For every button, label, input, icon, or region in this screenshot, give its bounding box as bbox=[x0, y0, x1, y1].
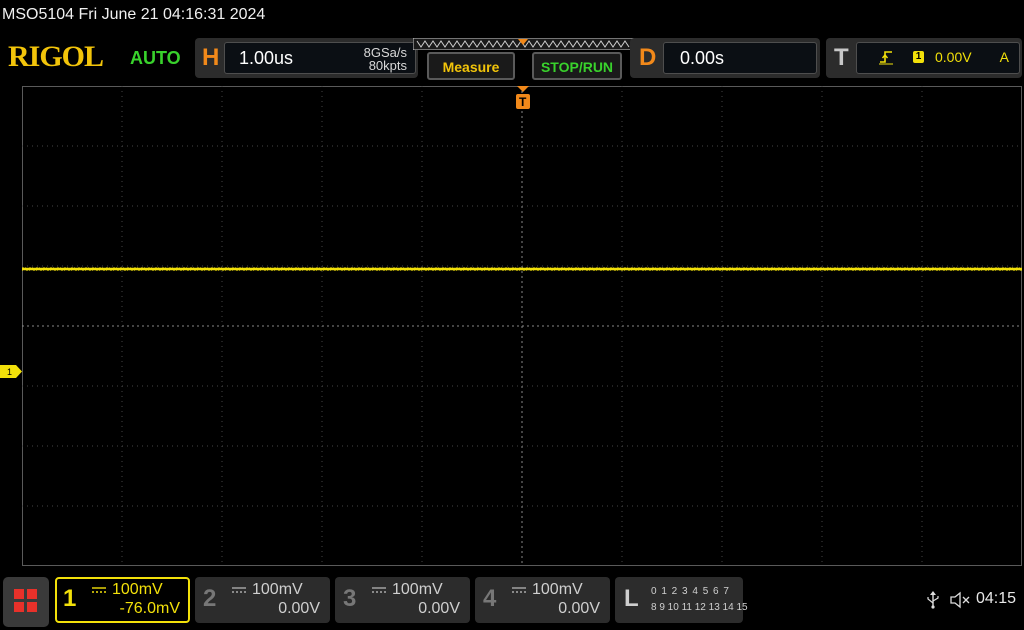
channel-2-panel[interactable]: 2 100mV 0.00V bbox=[195, 577, 330, 623]
channel-4-panel[interactable]: 4 100mV 0.00V bbox=[475, 577, 610, 623]
channel-1-panel[interactable]: 1 100mV -76.0mV bbox=[55, 577, 190, 623]
dc-coupling-icon bbox=[92, 587, 106, 593]
delay-readout[interactable]: 0.00s bbox=[663, 42, 817, 74]
trigger-panel[interactable]: T 1 0.00V A bbox=[826, 38, 1022, 78]
trigger-letter: T bbox=[834, 44, 849, 71]
channel-4-scale: 100mV bbox=[532, 581, 583, 598]
usb-icon bbox=[927, 591, 939, 609]
trigger-channel-badge: 1 bbox=[913, 51, 924, 63]
memory-depth: 80kpts bbox=[368, 58, 407, 73]
measure-button[interactable]: Measure bbox=[427, 52, 515, 80]
channel-2-number: 2 bbox=[203, 585, 217, 612]
channel-4-offset: 0.00V bbox=[558, 600, 600, 617]
ch1-marker-label: 1 bbox=[7, 367, 12, 377]
main-menu-button[interactable] bbox=[3, 577, 49, 627]
channel-1-offset: -76.0mV bbox=[119, 600, 180, 617]
ch1-offset-marker[interactable]: 1 bbox=[0, 365, 22, 378]
rigol-logo: RIGOL bbox=[8, 40, 104, 73]
delay-value: 0.00s bbox=[680, 48, 725, 68]
trigger-position-marker[interactable]: T bbox=[514, 86, 532, 110]
channel-4-number: 4 bbox=[483, 585, 497, 612]
clock: 04:15 bbox=[976, 590, 1017, 607]
logic-channels-8-15: 8 9 10 11 12 13 14 15 bbox=[651, 602, 748, 613]
logic-channels-0-7: 0 1 2 3 4 5 6 7 bbox=[651, 586, 730, 597]
acquisition-mode[interactable]: AUTO bbox=[130, 48, 181, 69]
channel-3-scale: 100mV bbox=[392, 581, 443, 598]
device-title: MSO5104 Fri June 21 04:16:31 2024 bbox=[2, 6, 266, 23]
rising-edge-icon bbox=[879, 51, 893, 65]
channel-3-number: 3 bbox=[343, 585, 357, 612]
trigger-level: 0.00V bbox=[935, 49, 972, 65]
stop-run-button[interactable]: STOP/RUN bbox=[532, 52, 622, 80]
channel-2-scale: 100mV bbox=[252, 581, 303, 598]
channel-1-scale: 100mV bbox=[112, 581, 163, 598]
title-bar: MSO5104 Fri June 21 04:16:31 2024 bbox=[0, 0, 1024, 32]
channel-3-panel[interactable]: 3 100mV 0.00V bbox=[335, 577, 470, 623]
menu-grid-icon bbox=[14, 589, 37, 612]
dc-coupling-icon bbox=[232, 587, 246, 593]
channel-1-number: 1 bbox=[63, 585, 77, 612]
channel-2-offset: 0.00V bbox=[278, 600, 320, 617]
delay-panel[interactable]: D 0.00s bbox=[630, 38, 820, 78]
timebase-scale: 1.00us bbox=[239, 48, 294, 68]
waveform-ch1 bbox=[22, 267, 1022, 272]
logic-analyzer-panel[interactable]: L 0 1 2 3 4 5 6 7 8 9 10 11 12 13 14 15 bbox=[615, 577, 748, 623]
dc-coupling-icon bbox=[512, 587, 526, 593]
delay-letter: D bbox=[639, 44, 657, 71]
horizontal-letter: H bbox=[202, 44, 220, 71]
logic-letter: L bbox=[624, 585, 639, 612]
dc-coupling-icon bbox=[372, 587, 386, 593]
trigger-readout[interactable]: 1 0.00V A bbox=[856, 42, 1020, 74]
memory-position-bar bbox=[413, 38, 635, 50]
speaker-muted-icon[interactable] bbox=[950, 591, 972, 609]
trigger-coupling: A bbox=[999, 49, 1009, 65]
horizontal-panel[interactable]: H 1.00us 8GSa/s 80kpts bbox=[195, 38, 418, 78]
horizontal-readout[interactable]: 1.00us 8GSa/s 80kpts bbox=[224, 42, 416, 74]
trigger-marker-label: T bbox=[519, 95, 527, 109]
waveform-display[interactable] bbox=[22, 86, 1022, 566]
channel-3-offset: 0.00V bbox=[418, 600, 460, 617]
